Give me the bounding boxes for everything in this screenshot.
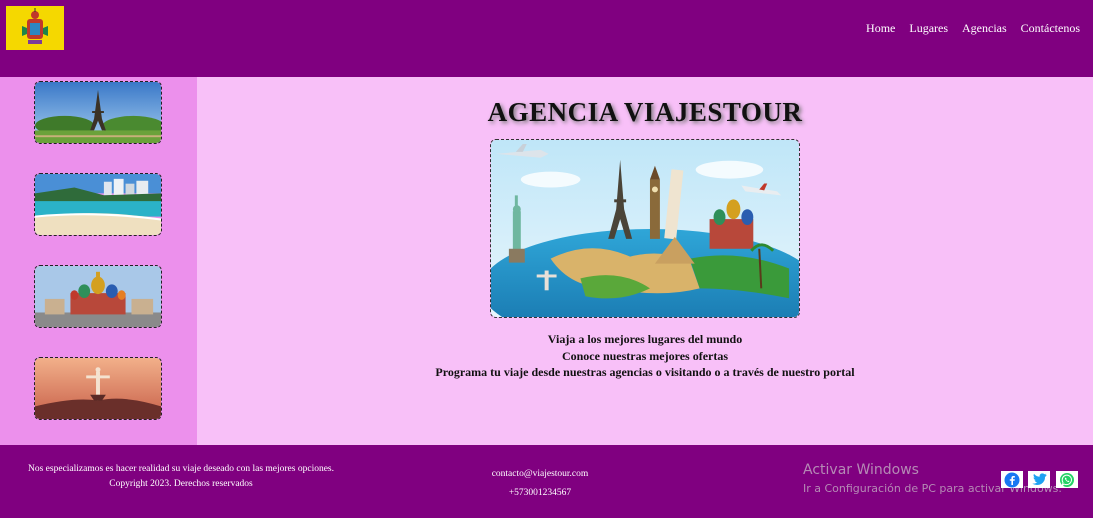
kremlin-cathedral-image[interactable] — [34, 265, 162, 328]
christ-redeemer-image[interactable] — [34, 357, 162, 420]
coat-of-arms-logo-icon[interactable] — [6, 6, 64, 50]
nav-home-link[interactable]: Home — [866, 21, 895, 36]
header: Home Lugares Agencias Contáctenos — [0, 0, 1093, 77]
promo-line-1: Viaja a los mejores lugares del mundo — [547, 332, 743, 346]
footer-about-text: Nos especializamos es hacer realidad su … — [28, 464, 334, 474]
eiffel-tower-image[interactable] — [34, 81, 162, 144]
twitter-icon[interactable] — [1028, 471, 1050, 488]
main-content: AGENCIA VIAJESTOUR Viaja a los mejores l… — [197, 77, 1093, 445]
promo-line-3: Programa tu viaje desde nuestras agencia… — [435, 365, 855, 379]
nav-contactenos-link[interactable]: Contáctenos — [1021, 21, 1080, 36]
nav-lugares-link[interactable]: Lugares — [909, 21, 948, 36]
main-nav: Home Lugares Agencias Contáctenos — [866, 21, 1080, 36]
windows-activation-subtitle: Ir a Configuración de PC para activar Wi… — [803, 482, 1062, 495]
whatsapp-icon[interactable] — [1056, 471, 1078, 488]
footer-about: Nos especializamos es hacer realidad su … — [0, 462, 362, 492]
beach-image[interactable] — [34, 173, 162, 236]
world-landmarks-image — [490, 139, 800, 318]
sidebar — [0, 77, 197, 445]
footer-copyright: Copyright 2023. Derechos reservados — [109, 479, 253, 489]
windows-activation-watermark: Activar Windows Ir a Configuración de PC… — [803, 462, 1062, 495]
promo-text: Viaja a los mejores lugares del mundo Co… — [197, 331, 1093, 381]
footer-contact: contacto@viajestour.com +573001234567 — [440, 465, 640, 503]
footer-phone: +573001234567 — [508, 488, 572, 498]
windows-activation-title: Activar Windows — [803, 462, 919, 478]
nav-agencias-link[interactable]: Agencias — [962, 21, 1007, 36]
footer: Nos especializamos es hacer realidad su … — [0, 445, 1093, 518]
footer-email[interactable]: contacto@viajestour.com — [440, 465, 640, 484]
page-title: AGENCIA VIAJESTOUR — [487, 97, 803, 127]
promo-line-2: Conoce nuestras mejores ofertas — [561, 348, 729, 363]
facebook-icon[interactable] — [1001, 471, 1023, 488]
